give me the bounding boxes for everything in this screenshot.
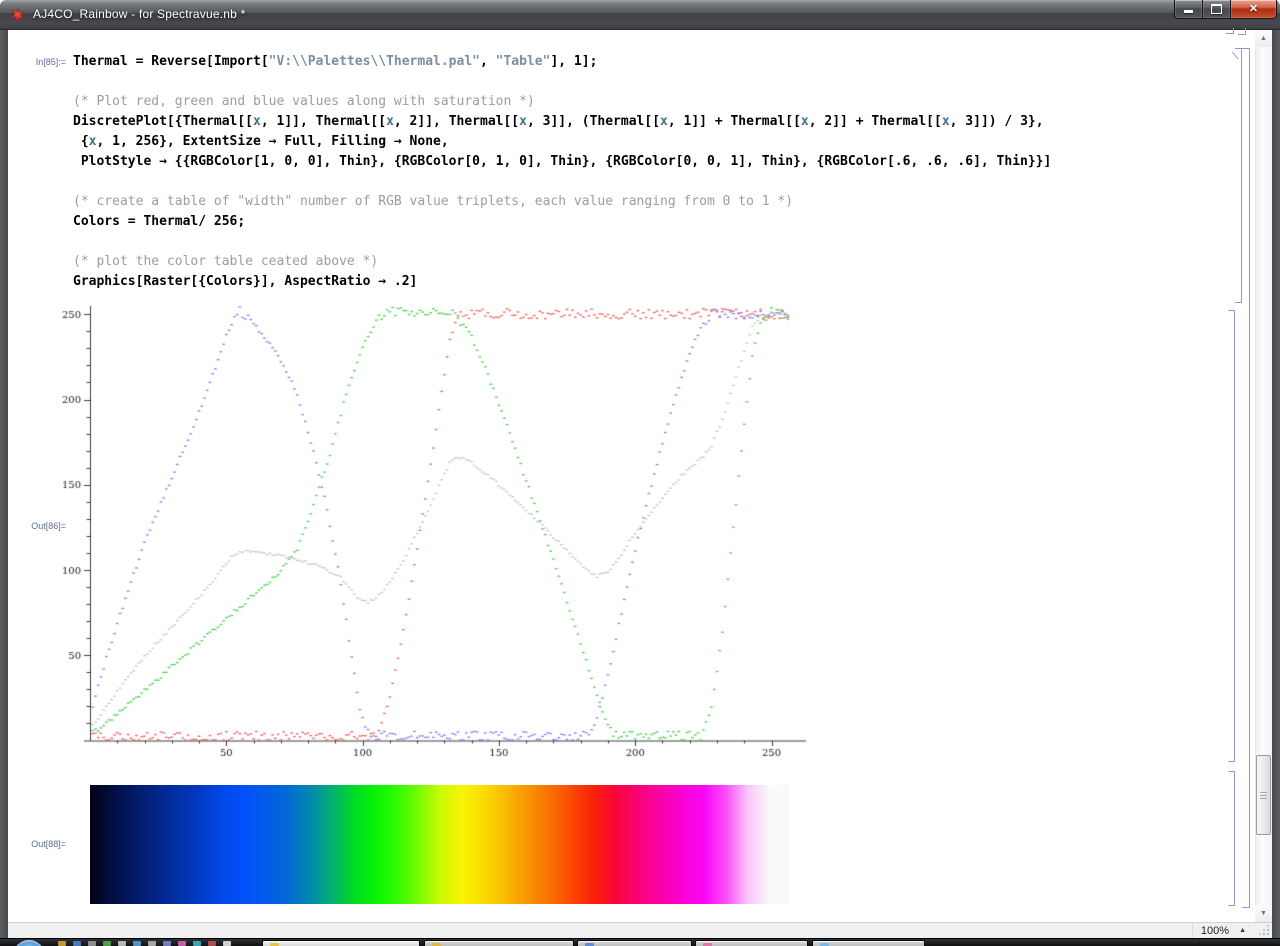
quick-launch-icon[interactable] <box>148 941 156 946</box>
resize-grip[interactable] <box>1267 933 1269 935</box>
code-line[interactable]: Thermal = Reverse[Import["V:\\Palettes\\… <box>73 52 1051 72</box>
code-token: , 3]], (Thermal[[ <box>526 114 661 129</box>
code-token: DiscretePlot[{Thermal[[ <box>73 114 254 129</box>
code-line[interactable]: {x, 1, 256}, ExtentSize → Full, Filling … <box>73 132 1051 152</box>
code-line[interactable]: PlotStyle → {{RGBColor[1, 0, 0], Thin}, … <box>73 152 1052 172</box>
code-token: "V:\\Palettes\\Thermal.pal" <box>268 54 480 69</box>
minimize-button[interactable] <box>1174 0 1203 19</box>
close-icon: ✕ <box>1248 2 1259 15</box>
minimize-icon <box>1184 9 1193 13</box>
scrollbar-up-button[interactable]: ▲ <box>1255 30 1272 47</box>
quick-launch-icon[interactable] <box>118 941 126 946</box>
taskbar-button[interactable] <box>812 940 925 946</box>
taskbar-button[interactable] <box>424 940 574 946</box>
code-token: x <box>386 114 394 129</box>
raster-gradient-output <box>90 785 789 904</box>
code-token: Thermal = Reverse[Import[ <box>73 54 269 69</box>
magnification-control[interactable]: 100% ▲ <box>1191 923 1254 938</box>
down-arrow-icon: ▼ <box>1260 910 1267 917</box>
code-token: ], 1]; <box>550 54 598 69</box>
taskbar-button-active[interactable] <box>262 940 420 946</box>
quick-launch-icon[interactable] <box>178 941 186 946</box>
code-token: x <box>800 114 809 129</box>
quick-launch-icon[interactable] <box>163 941 171 946</box>
code-token: x <box>941 114 950 129</box>
code-token: , <box>480 54 496 69</box>
up-arrow-icon: ▲ <box>1260 35 1267 42</box>
code-token: x <box>660 114 668 129</box>
window-controls: ✕ <box>1174 0 1277 19</box>
code-line[interactable]: (* plot the color table ceated above *) <box>73 252 1051 272</box>
code-token: , 1]], Thermal[[ <box>260 114 387 129</box>
mathematica-spikey-icon <box>10 7 26 23</box>
code-token: , 2]], Thermal[[ <box>393 114 520 129</box>
quick-launch-icon[interactable] <box>103 941 111 946</box>
code-token: , 2]] + Thermal[[ <box>808 114 942 129</box>
code-token: (* plot the color table ceated above *) <box>73 254 379 269</box>
magnification-value: 100% <box>1200 924 1230 937</box>
maximize-icon <box>1211 4 1222 14</box>
code-token: , 1, 256}, ExtentSize → Full, Filling → … <box>96 134 449 149</box>
maximize-button[interactable] <box>1203 0 1231 19</box>
taskbar-button[interactable] <box>577 940 692 946</box>
code-token: "Table" <box>495 54 551 69</box>
quick-launch-icon[interactable] <box>73 941 81 946</box>
quick-launch-icon[interactable] <box>223 941 231 946</box>
quick-launch-icon[interactable] <box>58 941 66 946</box>
quick-launch-icon[interactable] <box>193 941 201 946</box>
code-line[interactable]: Graphics[Raster[{Colors}], AspectRatio →… <box>73 272 1051 292</box>
code-token: Graphics[Raster[{Colors}], AspectRatio →… <box>73 274 418 289</box>
taskbar-button[interactable] <box>695 940 808 946</box>
quick-launch-icon[interactable] <box>208 941 216 946</box>
in-cell-label: In[85]:= <box>35 57 66 67</box>
discreteplot-output-graphic <box>60 300 820 760</box>
input-cell-code[interactable]: Thermal = Reverse[Import["V:\\Palettes\\… <box>73 52 1051 292</box>
code-token: Colors = Thermal/ 256; <box>73 214 246 229</box>
out88-cell-label: Out[88]= <box>31 839 66 849</box>
code-line[interactable]: (* Plot red, green and blue values along… <box>73 92 1051 112</box>
titlebar[interactable]: AJ4CO_Rainbow - for Spectravue.nb * ✕ <box>0 0 1280 30</box>
start-orb[interactable] <box>13 940 45 946</box>
code-token: PlotStyle → {{RGBColor[1, 0, 0], Thin}, … <box>73 154 1052 169</box>
code-token: , 1]] + Thermal[[ <box>667 114 801 129</box>
scrollbar-down-button[interactable]: ▼ <box>1255 905 1272 922</box>
code-line[interactable] <box>73 172 1051 192</box>
quick-launch-icon[interactable] <box>88 941 96 946</box>
code-token: (* Plot red, green and blue values along… <box>73 94 535 109</box>
scrollbar-thumb[interactable] <box>1256 755 1271 835</box>
magnification-popup-arrow-icon: ▲ <box>1239 927 1246 934</box>
code-token: (* create a table of "width" number of R… <box>73 194 794 209</box>
code-line[interactable]: Colors = Thermal/ 256; <box>73 212 1051 232</box>
code-line[interactable]: DiscretePlot[{Thermal[[x, 1]], Thermal[[… <box>73 112 1051 132</box>
statusbar: 100% ▲ <box>8 922 1272 938</box>
code-line[interactable] <box>73 72 1051 92</box>
code-token: x <box>519 114 527 129</box>
window-border-right <box>1272 30 1280 938</box>
code-token: , 3]]) / 3}, <box>949 114 1044 129</box>
scrollbar-thumb-grip <box>1260 792 1267 793</box>
code-line[interactable]: (* create a table of "width" number of R… <box>73 192 1051 212</box>
close-button[interactable]: ✕ <box>1231 0 1277 19</box>
quick-launch-icon[interactable] <box>133 941 141 946</box>
code-line[interactable] <box>73 232 1051 252</box>
window-border-left <box>0 30 8 938</box>
window-title: AJ4CO_Rainbow - for Spectravue.nb * <box>33 7 246 21</box>
code-token: x <box>253 114 261 129</box>
code-token: { <box>73 134 89 149</box>
